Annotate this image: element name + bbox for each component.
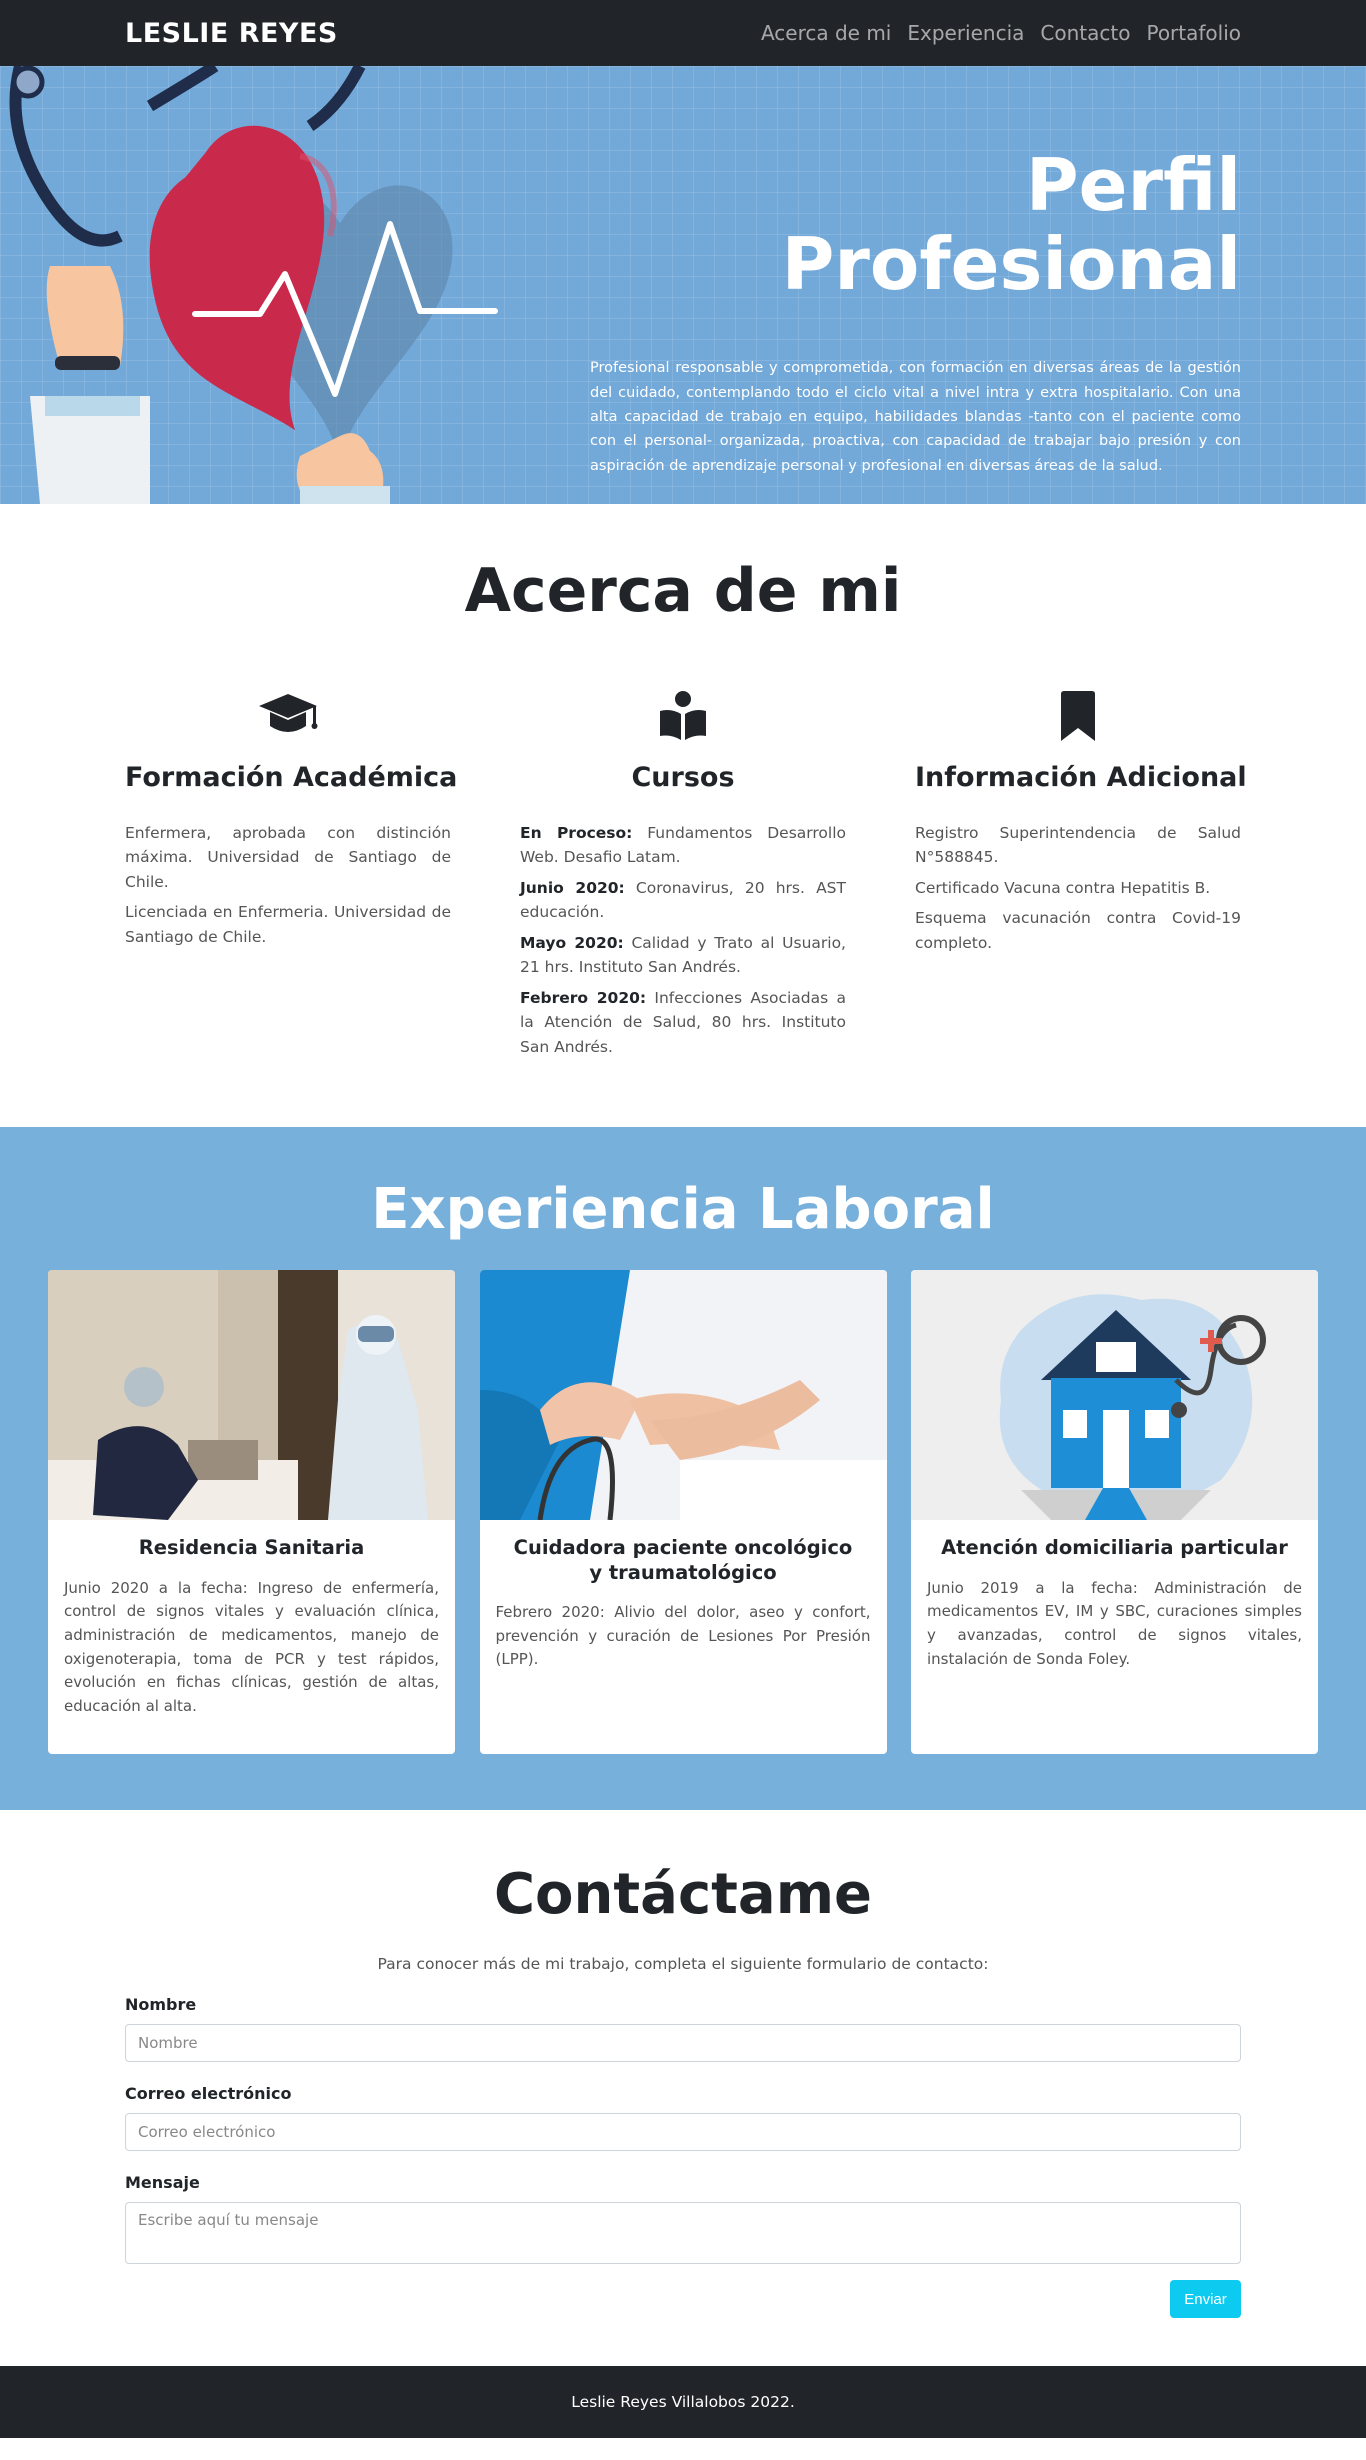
course-item: Junio 2020: Coronavirus, 20 hrs. AST edu… — [520, 878, 846, 922]
nav-link-experiencia[interactable]: Experiencia — [907, 21, 1024, 45]
nav-link-acerca[interactable]: Acerca de mi — [761, 21, 891, 45]
form-actions: Enviar — [125, 2280, 1241, 2319]
course-item: Mayo 2020: Calidad y Trato al Usuario, 2… — [520, 933, 846, 977]
card-image-sanitary-residence — [48, 1270, 455, 1521]
name-label: Nombre — [125, 1995, 197, 2015]
card-title: Residencia Sanitaria — [138, 1536, 365, 1560]
experience-card: Residencia Sanitaria Junio 2020 a la fec… — [48, 1270, 455, 1755]
academic-item: Enfermera, aprobada con distinción máxim… — [125, 824, 451, 891]
hero-text: Perfil Profesional Profesional responsab… — [590, 143, 1241, 478]
info-item: Esquema vacunación contra Covid-19 compl… — [915, 909, 1241, 952]
course-item: Febrero 2020: Infecciones Asociadas a la… — [520, 988, 846, 1056]
additional-info-list: Registro Superintendencia de Salud N°588… — [915, 821, 1241, 955]
course-item: En Proceso: Fundamentos Desarrollo Web. … — [520, 824, 846, 867]
courses-column: Cursos En Proceso: Fundamentos Desarroll… — [520, 688, 846, 1065]
info-item: Certificado Vacuna contra Hepatitis B. — [915, 878, 1211, 897]
message-textarea[interactable]: Escribe aquí tu mensaje — [125, 2202, 1241, 2265]
contact-title: Contáctame — [493, 1862, 873, 1928]
experience-card: Atención domiciliaria particular Junio 2… — [911, 1270, 1318, 1755]
card-title: Atención domiciliaria particular — [941, 1536, 1288, 1560]
footer-text: Leslie Reyes Villalobos 2022. — [571, 2393, 795, 2412]
hero-section: Perfil Profesional Profesional responsab… — [0, 66, 1366, 504]
navbar: LESLIE REYES Acerca de mi Experiencia Co… — [0, 0, 1366, 66]
academic-title: Formación Académica — [125, 762, 458, 793]
card-text: Febrero 2020: Alivio del dolor, aseo y c… — [495, 1603, 871, 1669]
card-title: Cuidadora paciente oncológico y traumato… — [513, 1536, 853, 1584]
info-item: Registro Superintendencia de Salud N°588… — [915, 824, 1241, 867]
email-label: Correo electrónico — [125, 2084, 292, 2104]
hero-title: Perfil Profesional — [781, 143, 1241, 307]
experience-card: Cuidadora paciente oncológico y traumato… — [479, 1270, 887, 1755]
footer: Leslie Reyes Villalobos 2022. — [0, 2366, 1366, 2439]
book-reader-icon — [520, 688, 846, 744]
experience-cards: Residencia Sanitaria Junio 2020 a la fec… — [48, 1270, 1318, 1755]
hero-description: Profesional responsable y comprometida, … — [590, 360, 1241, 474]
card-text: Junio 2019 a la fecha: Administración de… — [927, 1578, 1302, 1668]
contact-form: Nombre Nombre Correo electrónico Correo … — [125, 1995, 1241, 2319]
submit-button[interactable]: Enviar — [1170, 2280, 1241, 2319]
nav-link-contacto[interactable]: Contacto — [1040, 21, 1130, 45]
courses-title: Cursos — [631, 762, 735, 793]
academic-column: Formación Académica Enfermera, aprobada … — [125, 688, 458, 1065]
card-image-home-care-house — [911, 1270, 1318, 1521]
about-title: Acerca de mi — [464, 556, 902, 626]
card-text: Junio 2020 a la fecha: Ingreso de enferm… — [64, 1578, 439, 1716]
heart-stethoscope-illustration — [9, 66, 498, 504]
message-label: Mensaje — [125, 2173, 200, 2193]
nav-link-portafolio[interactable]: Portafolio — [1146, 21, 1241, 45]
about-section: Acerca de mi Formación Académica Enferme… — [0, 504, 1366, 1127]
about-columns: Formación Académica Enfermera, aprobada … — [125, 688, 1247, 1065]
contact-lead: Para conocer más de mi trabajo, completa… — [377, 1955, 989, 1974]
graduation-cap-icon — [125, 688, 451, 744]
contact-section: Contáctame Para conocer más de mi trabaj… — [0, 1810, 1366, 2366]
name-input[interactable]: Nombre — [125, 2024, 1241, 2063]
additional-info-column: Información Adicional Registro Superinte… — [915, 688, 1247, 1065]
nav-links: Acerca de mi Experiencia Contacto Portaf… — [761, 21, 1241, 45]
card-image-caregiver-hands — [479, 1270, 887, 1521]
experience-title: Experiencia Laboral — [371, 1177, 995, 1243]
additional-info-title: Información Adicional — [915, 762, 1247, 793]
experience-section: Experiencia Laboral Residencia Sanitaria… — [0, 1127, 1366, 1811]
bookmark-icon — [915, 688, 1241, 744]
academic-item: Licenciada en Enfermeria. Universidad de… — [125, 903, 451, 946]
email-input[interactable]: Correo electrónico — [125, 2113, 1241, 2152]
brand-logo[interactable]: LESLIE REYES — [125, 18, 338, 49]
academic-list: Enfermera, aprobada con distinción máxim… — [125, 821, 451, 949]
courses-list: En Proceso: Fundamentos Desarrollo Web. … — [520, 821, 846, 1059]
